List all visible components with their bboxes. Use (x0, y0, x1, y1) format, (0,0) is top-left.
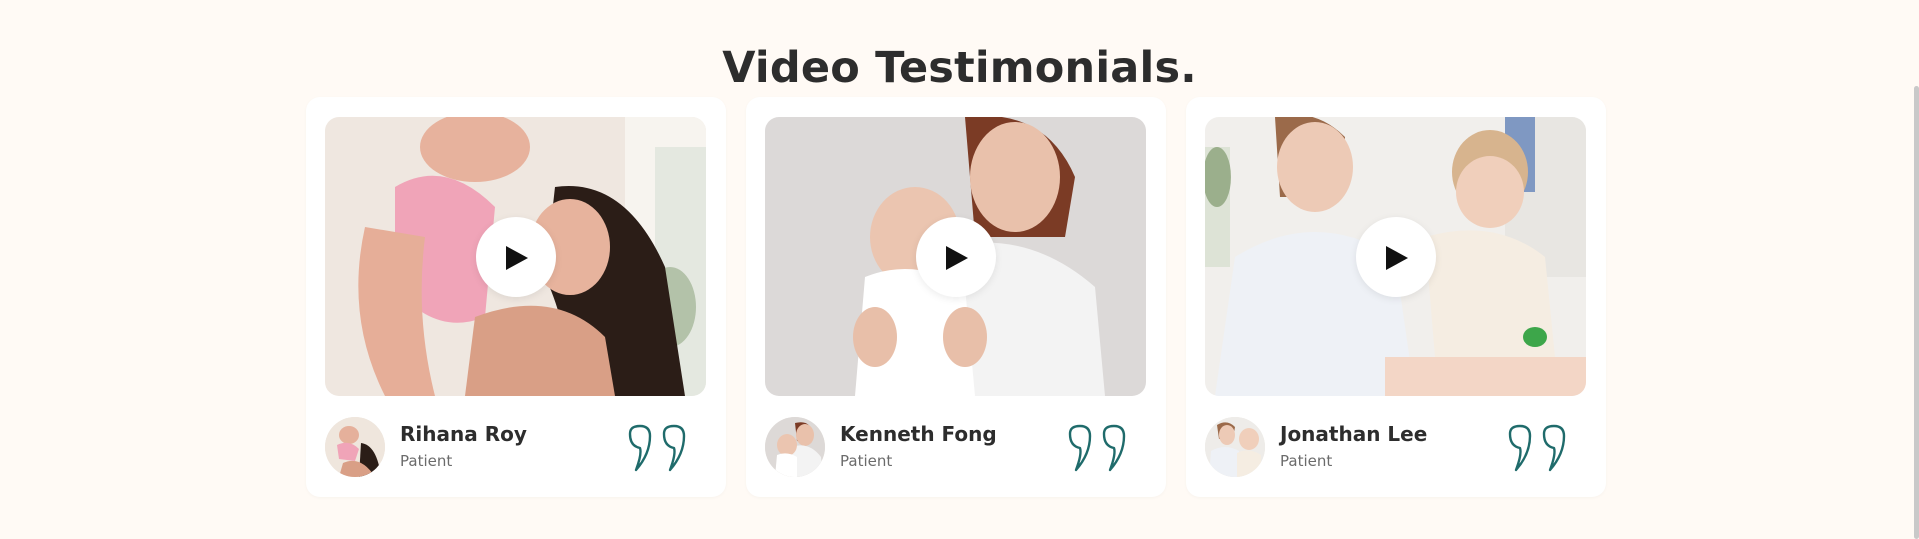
quote-icon (628, 424, 686, 472)
page-scrollbar[interactable] (1914, 86, 1919, 539)
section-title: Video Testimonials. (722, 42, 1197, 93)
testimonial-card: Rihana Roy Patient (306, 97, 726, 497)
testimonial-name: Jonathan Lee (1280, 422, 1428, 446)
video-thumbnail[interactable] (765, 117, 1146, 396)
play-button[interactable] (915, 216, 996, 297)
play-button[interactable] (475, 216, 556, 297)
quote-icon (1068, 424, 1126, 472)
play-icon (1385, 245, 1408, 270)
play-button[interactable] (1355, 216, 1436, 297)
testimonial-role: Patient (400, 452, 453, 470)
testimonial-name: Rihana Roy (400, 422, 527, 446)
testimonial-name: Kenneth Fong (840, 422, 997, 446)
testimonial-role: Patient (1280, 452, 1333, 470)
quote-icon (1508, 424, 1566, 472)
play-icon (505, 245, 528, 270)
testimonial-role: Patient (840, 452, 893, 470)
testimonial-card: Kenneth Fong Patient (746, 97, 1166, 497)
avatar (765, 417, 825, 477)
avatar (1205, 417, 1265, 477)
play-icon (945, 245, 968, 270)
avatar (325, 417, 385, 477)
video-thumbnail[interactable] (325, 117, 706, 396)
testimonial-card: Jonathan Lee Patient (1186, 97, 1606, 497)
video-thumbnail[interactable] (1205, 117, 1586, 396)
